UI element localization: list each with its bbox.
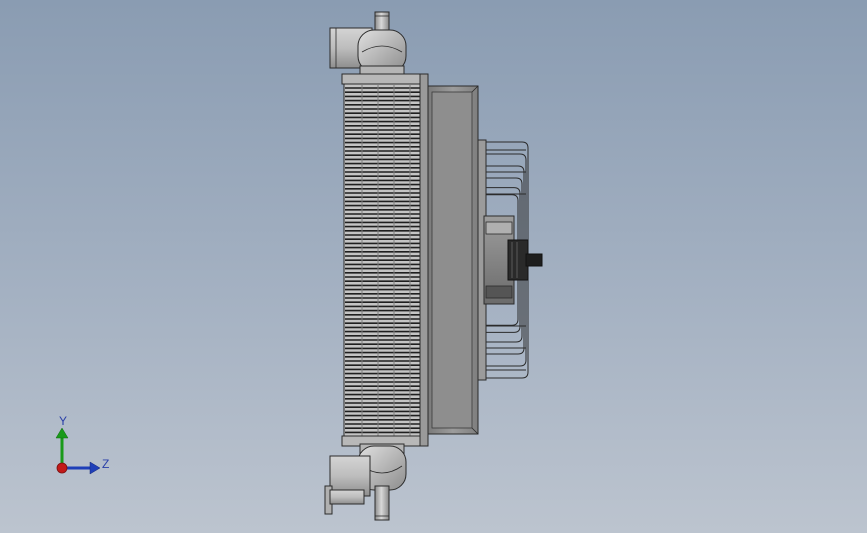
fan-assembly[interactable]	[477, 139, 543, 381]
bottom-pipe-stub	[374, 485, 390, 521]
bottom-pipe-assembly[interactable]	[324, 443, 407, 521]
core-side-frame	[419, 73, 429, 447]
axis-triad-icon: Y Z	[40, 408, 130, 488]
top-tank-plate	[341, 73, 427, 85]
fan-shaft	[507, 239, 529, 281]
radiator-core[interactable]	[341, 73, 429, 447]
axis-y-label: Y	[59, 414, 68, 428]
shroud-inner	[431, 91, 473, 429]
fan-shroud[interactable]	[427, 85, 479, 435]
cad-model-view[interactable]	[0, 0, 867, 533]
graphics-viewport[interactable]: Y Z	[0, 0, 867, 533]
axis-triad-graphic	[55, 427, 101, 475]
axis-z-label: Z	[102, 457, 110, 471]
top-pipe-assembly[interactable]	[329, 11, 407, 77]
